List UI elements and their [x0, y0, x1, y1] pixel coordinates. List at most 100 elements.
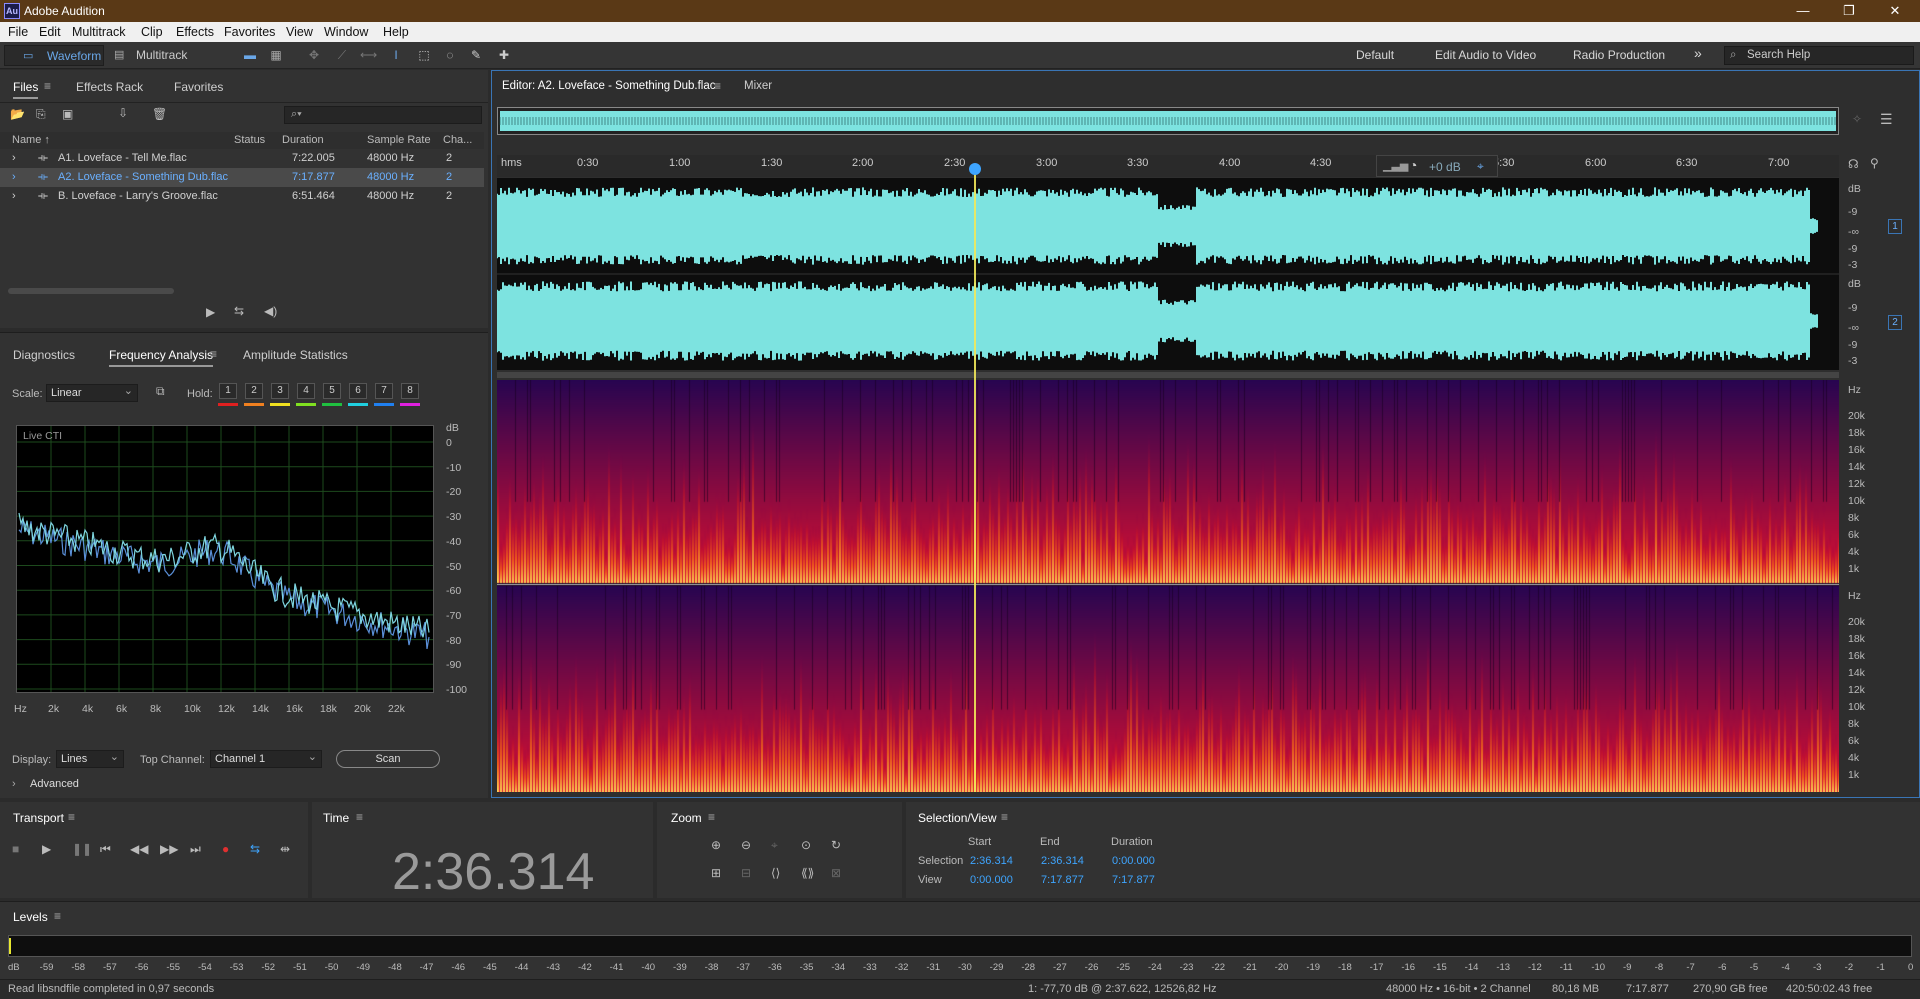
restore-button[interactable]: ❐ [1826, 0, 1872, 22]
razor-tool-icon[interactable]: ⟋ [334, 48, 350, 62]
zoom-in-time-icon[interactable]: ⊞ [711, 866, 721, 880]
selection-duration[interactable]: 0:00.000 [1112, 855, 1155, 867]
hold-button-7[interactable]: 7 [375, 383, 393, 399]
hold-button-8[interactable]: 8 [401, 383, 419, 399]
view-start[interactable]: 0:00.000 [970, 874, 1013, 886]
autoplay-volume-icon[interactable]: ◀) [264, 304, 277, 318]
rewind-icon[interactable]: ◀◀ [130, 842, 148, 856]
record-icon[interactable]: ● [222, 842, 229, 856]
zoom-out-time-icon[interactable]: ⊟ [741, 866, 751, 880]
play-icon[interactable]: ▶ [42, 842, 51, 856]
display-dropdown[interactable]: Lines [56, 749, 124, 768]
marker-pin-icon[interactable]: ⚲ [1870, 156, 1879, 170]
col-channels[interactable]: Cha... [443, 134, 472, 146]
menu-edit[interactable]: Edit [39, 25, 61, 39]
zoom-lock-icon[interactable]: ✧ [1852, 112, 1862, 126]
top-channel-dropdown[interactable]: Channel 1 [210, 749, 322, 768]
import-file-icon[interactable]: ⎘ [36, 107, 46, 122]
freq-panel-menu-icon[interactable]: ≡ [210, 347, 217, 361]
file-row[interactable]: › ⟛ A1. Loveface - Tell Me.flac 7:22.005 480… [0, 149, 484, 168]
minimize-button[interactable]: — [1780, 0, 1826, 22]
hold-button-2[interactable]: 2 [245, 383, 263, 399]
zoom-vertical-icon[interactable]: ⊠ [831, 866, 841, 880]
view-duration[interactable]: 7:17.877 [1112, 874, 1155, 886]
go-to-end-icon[interactable]: ⏭ [190, 842, 201, 857]
menu-help[interactable]: Help [383, 25, 409, 39]
preview-loop-icon[interactable]: ⇆ [234, 304, 244, 318]
hold-button-1[interactable]: 1 [219, 383, 237, 399]
time-menu-icon[interactable]: ≡ [356, 810, 363, 824]
marquee-tool-icon[interactable]: ⬚ [416, 48, 432, 62]
zoom-full-icon[interactable]: ⊙ [801, 838, 811, 852]
playhead-handle[interactable] [969, 163, 981, 175]
loop-playback-icon[interactable]: ⇆ [250, 842, 260, 856]
workspace-edit-audio-to-video[interactable]: Edit Audio to Video [1435, 48, 1536, 62]
spot-healing-icon[interactable]: ✚ [496, 48, 512, 62]
scale-dropdown[interactable]: Linear [46, 383, 138, 402]
advanced-toggle[interactable]: Advanced [30, 778, 79, 790]
file-row[interactable]: › ⟛ B. Loveface - Larry's Groove.flac 6:51.… [0, 187, 484, 206]
menu-clip[interactable]: Clip [141, 25, 163, 39]
menu-file[interactable]: File [8, 25, 28, 39]
hud-volume[interactable]: ▁▃▅ ◔ +0 dB ⌖ [1376, 155, 1498, 177]
workspace-radio-production[interactable]: Radio Production [1573, 48, 1665, 62]
preview-play-icon[interactable]: ▶ [206, 305, 215, 319]
col-status[interactable]: Status [234, 134, 265, 146]
overview-waveform[interactable] [497, 107, 1839, 135]
zoom-out-full-icon[interactable]: ⟪⟫ [801, 866, 814, 880]
menu-window[interactable]: Window [324, 25, 368, 39]
spectral-pitch-icon[interactable]: ▦ [268, 48, 284, 62]
zoom-in-point-icon[interactable]: ⌖ [771, 838, 778, 853]
graph-options-icon[interactable]: ⧉ [156, 384, 165, 399]
editor-panel-menu-icon[interactable]: ≡ [714, 79, 721, 93]
hold-button-5[interactable]: 5 [323, 383, 341, 399]
menu-effects[interactable]: Effects [176, 25, 214, 39]
hold-button-4[interactable]: 4 [297, 383, 315, 399]
tab-frequency-analysis[interactable]: Frequency Analysis [109, 348, 214, 367]
hold-button-3[interactable]: 3 [271, 383, 289, 399]
channel-1-badge[interactable]: 1 [1888, 219, 1902, 234]
pin-hud-icon[interactable]: ⌖ [1477, 159, 1484, 174]
col-sample-rate[interactable]: Sample Rate [367, 134, 431, 146]
spectral-display-icon[interactable]: ▬ [242, 48, 258, 62]
workspace-default[interactable]: Default [1356, 48, 1394, 62]
menu-multitrack[interactable]: Multitrack [72, 25, 125, 39]
menu-view[interactable]: View [286, 25, 313, 39]
advanced-chevron-icon[interactable]: › [12, 778, 16, 790]
time-selection-tool-icon[interactable]: I [388, 48, 404, 62]
stop-icon[interactable]: ■ [12, 842, 19, 856]
headphones-icon[interactable]: ☊ [1848, 157, 1859, 171]
menu-favorites[interactable]: Favorites [224, 25, 275, 39]
tab-favorites[interactable]: Favorites [174, 80, 223, 94]
current-time-display[interactable]: 2:36.314 [392, 842, 594, 902]
lasso-tool-icon[interactable]: ◌ [442, 48, 458, 62]
zoom-reset-icon[interactable]: ↻ [831, 838, 841, 852]
selection-view-menu-icon[interactable]: ≡ [1001, 810, 1008, 824]
skip-selection-icon[interactable]: ⇹ [280, 842, 290, 856]
more-workspaces-button[interactable]: » [1694, 45, 1702, 61]
view-end[interactable]: 7:17.877 [1041, 874, 1084, 886]
fast-forward-icon[interactable]: ▶▶ [160, 842, 178, 856]
tab-files[interactable]: Files [13, 80, 39, 99]
zoom-menu-icon[interactable]: ≡ [708, 810, 715, 824]
volume-knob-icon[interactable]: ◔ [1409, 157, 1417, 173]
playhead-line[interactable] [974, 170, 976, 792]
search-help-input[interactable]: ⌕ Search Help [1724, 46, 1914, 65]
go-to-start-icon[interactable]: ⏮ [100, 842, 111, 857]
spectral-display[interactable] [497, 380, 1839, 792]
tab-effects-rack[interactable]: Effects Rack [76, 80, 143, 94]
zoom-in-amplitude-icon[interactable]: ⊕ [711, 838, 721, 852]
zoom-out-amplitude-icon[interactable]: ⊖ [741, 838, 751, 852]
col-name[interactable]: Name ↑ [12, 134, 50, 146]
waveform-spectral-divider[interactable] [497, 372, 1839, 378]
tab-mixer[interactable]: Mixer [744, 80, 772, 92]
file-row[interactable]: › ⟛ A2. Loveface - Something Dub.flac 7:17.… [0, 168, 484, 187]
move-tool-icon[interactable]: ✥ [306, 48, 322, 62]
zoom-selection-icon[interactable]: ⟨⟩ [771, 866, 780, 880]
files-panel-menu-icon[interactable]: ≡ [44, 79, 51, 93]
insert-into-multitrack-icon[interactable]: ⇩ [118, 106, 128, 120]
files-horizontal-scrollbar[interactable] [8, 288, 174, 294]
transport-menu-icon[interactable]: ≡ [68, 810, 75, 824]
brush-tool-icon[interactable]: ✎ [468, 48, 484, 62]
selection-start[interactable]: 2:36.314 [970, 855, 1013, 867]
